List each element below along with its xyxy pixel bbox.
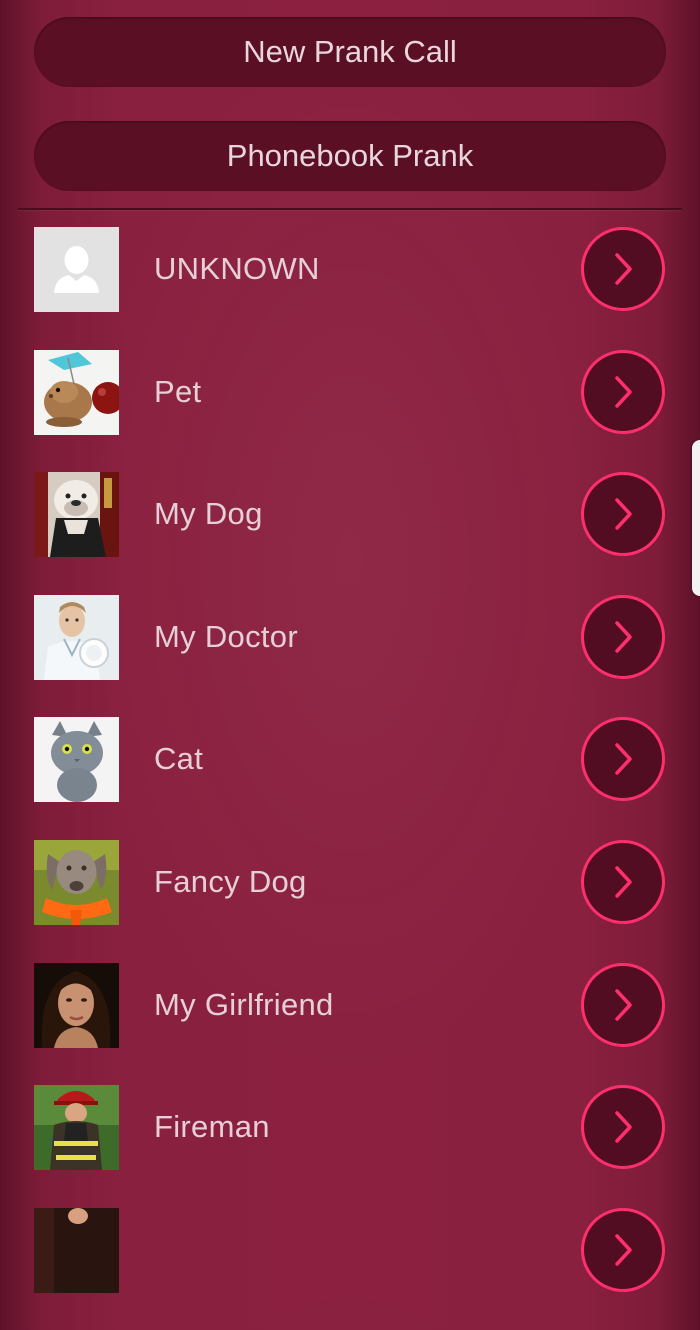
contact-name: Fireman [154, 1109, 270, 1145]
bulldog-photo [34, 472, 119, 558]
open-contact-button[interactable] [581, 1085, 665, 1170]
partial-photo [34, 1207, 119, 1293]
contact-list: UNKNOWN Pet My Dog My Doctor Cat Fancy D… [0, 227, 700, 1330]
top-actions: New Prank Call Phonebook Prank [34, 17, 666, 191]
contact-row-pet[interactable]: Pet [0, 349, 700, 473]
contact-row-cat[interactable]: Cat [0, 717, 700, 840]
chevron-right-icon [615, 498, 632, 530]
contact-row-my-girlfriend[interactable]: My Girlfriend [0, 962, 700, 1086]
open-contact-button[interactable] [581, 962, 665, 1047]
contact-name: My Girlfriend [154, 986, 334, 1022]
contact-name: My Doctor [154, 618, 298, 654]
contact-row-fancy-dog[interactable]: Fancy Dog [0, 839, 700, 963]
open-contact-button[interactable] [581, 594, 665, 679]
contact-row-fireman[interactable]: Fireman [0, 1085, 700, 1208]
unknown-person-icon [34, 227, 119, 312]
new-prank-call-label: New Prank Call [243, 34, 457, 69]
contact-name: Pet [154, 373, 202, 409]
chevron-right-icon [615, 621, 632, 653]
chevron-right-icon [615, 375, 632, 408]
contact-row-partial[interactable] [0, 1207, 700, 1330]
contact-name: Cat [154, 741, 204, 777]
chevron-right-icon [615, 1111, 632, 1143]
contact-name: Fancy Dog [154, 863, 307, 899]
chevron-right-icon [615, 253, 632, 285]
firefighter-photo [34, 1085, 119, 1171]
phonebook-prank-label: Phonebook Prank [226, 138, 474, 173]
open-contact-button[interactable] [581, 1207, 665, 1292]
contact-row-my-dog[interactable]: My Dog [0, 472, 700, 595]
chevron-right-icon [615, 866, 632, 898]
open-contact-button[interactable] [581, 717, 665, 802]
cat-photo [34, 717, 119, 803]
open-contact-button[interactable] [581, 472, 665, 557]
contact-row-my-doctor[interactable]: My Doctor [0, 594, 700, 718]
doctor-photo [34, 594, 119, 680]
divider [18, 208, 682, 210]
chevron-right-icon [615, 1234, 632, 1266]
contact-row-unknown[interactable]: UNKNOWN [0, 227, 700, 350]
contact-name: UNKNOWN [154, 251, 320, 286]
open-contact-button[interactable] [581, 349, 665, 434]
contact-name: My Dog [154, 496, 263, 532]
phonebook-prank-button[interactable]: Phonebook Prank [34, 121, 666, 191]
chevron-right-icon [615, 988, 632, 1021]
weimaraner-scarf-photo [34, 839, 119, 925]
open-contact-button[interactable] [581, 839, 665, 924]
hamster-photo [34, 349, 119, 435]
chevron-right-icon [615, 743, 632, 776]
woman-portrait-photo [34, 962, 119, 1048]
open-contact-button[interactable] [581, 227, 665, 311]
edge-panel-handle[interactable] [692, 440, 700, 596]
new-prank-call-button[interactable]: New Prank Call [34, 17, 666, 87]
